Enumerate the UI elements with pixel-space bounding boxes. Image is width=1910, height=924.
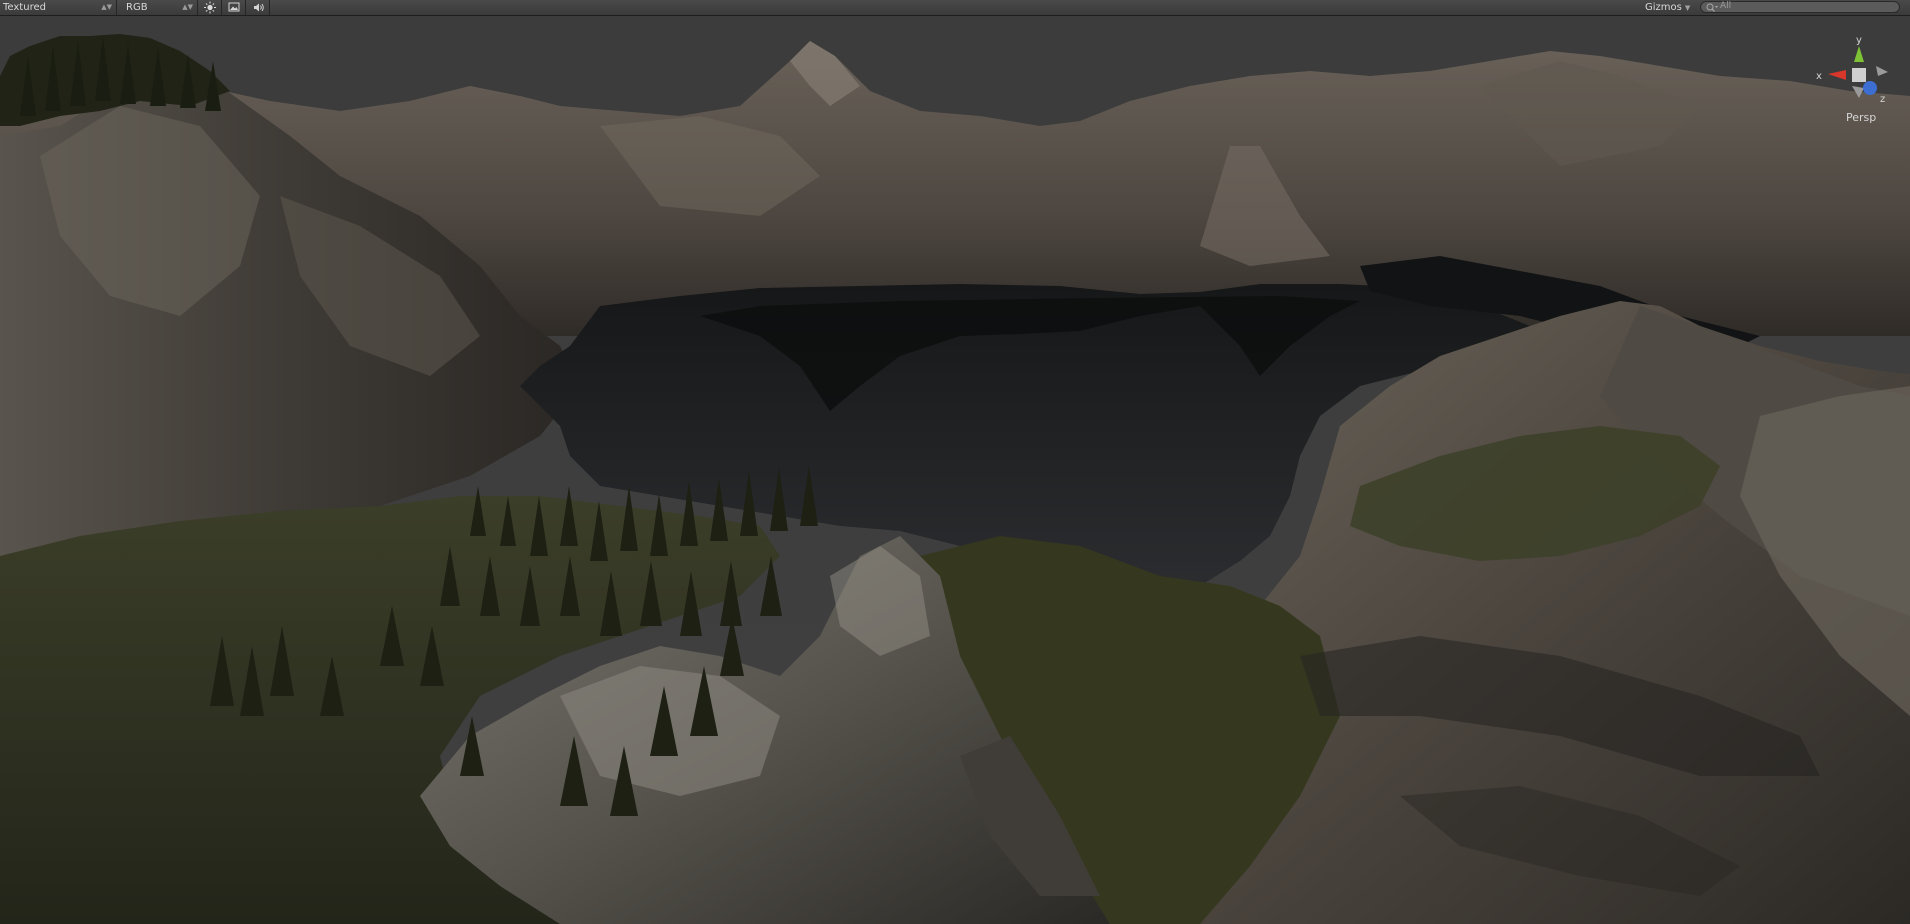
updown-arrows-icon: ▲▼ — [182, 3, 193, 11]
scene-toolbar: Textured ▲▼ RGB ▲▼ Gizmos ▼ All — [0, 0, 1910, 16]
draw-mode-label: Textured — [3, 2, 46, 13]
orientation-gizmo[interactable]: y x z — [1812, 26, 1906, 120]
scene-audio-toggle[interactable] — [246, 0, 270, 15]
render-mode-label: RGB — [126, 2, 148, 13]
image-icon — [228, 2, 240, 12]
search-input[interactable]: All — [1700, 1, 1900, 13]
sun-icon — [204, 1, 216, 14]
updown-arrows-icon: ▲▼ — [101, 3, 112, 11]
axis-x-cone[interactable] — [1828, 70, 1846, 80]
axis-y-label: y — [1856, 35, 1862, 46]
gizmos-label: Gizmos — [1645, 2, 1682, 13]
render-mode-dropdown[interactable]: RGB ▲▼ — [123, 0, 198, 15]
speaker-icon — [254, 3, 264, 12]
search-placeholder: All — [1720, 1, 1732, 11]
projection-label[interactable]: Persp — [1846, 111, 1876, 124]
scene-lighting-toggle[interactable] — [198, 0, 222, 15]
axis-z-label: z — [1880, 94, 1885, 105]
terrain-render — [0, 16, 1910, 924]
scene-effects-toggle[interactable] — [222, 0, 246, 15]
axis-z-cone[interactable] — [1863, 81, 1877, 95]
scene-viewport[interactable]: y x z Persp — [0, 16, 1910, 924]
chevron-down-icon: ▼ — [1684, 4, 1691, 12]
search-icon — [1706, 3, 1718, 12]
draw-mode-dropdown[interactable]: Textured ▲▼ — [0, 0, 117, 15]
axis-y-cone[interactable] — [1854, 46, 1864, 62]
gizmos-dropdown[interactable]: Gizmos ▼ — [1645, 0, 1690, 15]
axis-neg-x-cone[interactable] — [1876, 66, 1888, 76]
center-cube[interactable] — [1852, 68, 1866, 82]
axis-neg-y-cone[interactable] — [1852, 86, 1864, 98]
axis-x-label: x — [1816, 71, 1822, 82]
